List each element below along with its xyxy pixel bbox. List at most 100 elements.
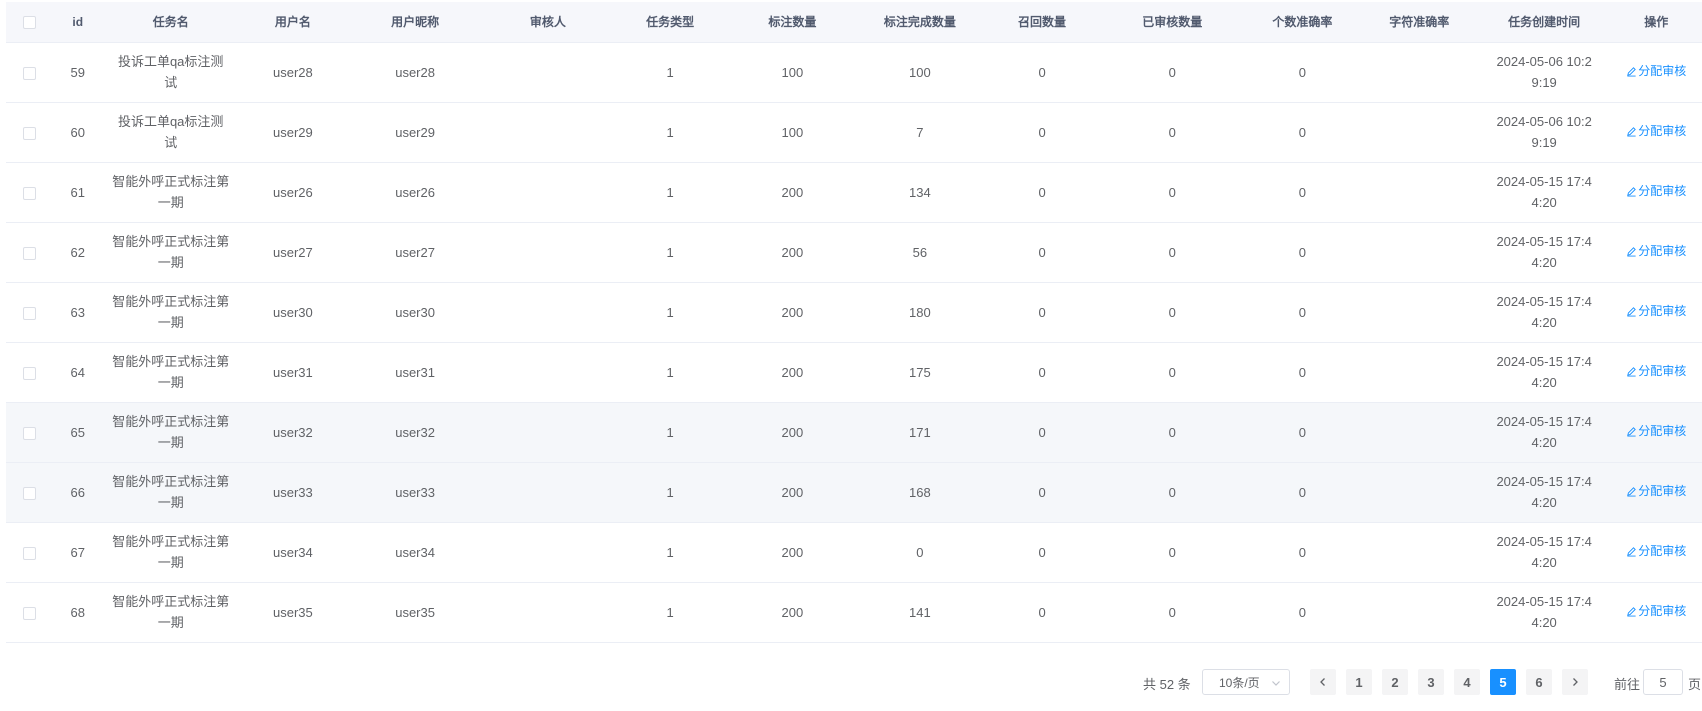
table-row[interactable]: 68 智能外呼正式标注第一期 user35 user35 1 200 141 0 0 0 2024-…: [6, 582, 1702, 643]
page-button-3[interactable]: 3: [1418, 669, 1444, 695]
row-select-cell[interactable]: [6, 582, 54, 643]
assign-review-link[interactable]: 分配审核: [1626, 61, 1686, 82]
row-checkbox[interactable]: [23, 306, 37, 320]
header-recall-count[interactable]: 召回数量: [983, 2, 1101, 43]
cell-nickname: user31: [346, 342, 485, 403]
cell-actions: 分配审核: [1610, 162, 1702, 223]
header-task-type[interactable]: 任务类型: [611, 2, 729, 43]
header-id[interactable]: id: [53, 2, 102, 43]
row-select-cell[interactable]: [6, 402, 54, 463]
row-checkbox[interactable]: [23, 246, 37, 260]
row-checkbox[interactable]: [23, 366, 37, 380]
header-label-done[interactable]: 标注完成数量: [856, 2, 984, 43]
table-row[interactable]: 66 智能外呼正式标注第一期 user33 user33 1 200 168 0 0 0 2024-…: [6, 462, 1702, 523]
header-char-accuracy[interactable]: 字符准确率: [1360, 2, 1478, 43]
row-checkbox[interactable]: [23, 126, 37, 140]
assign-review-link[interactable]: 分配审核: [1626, 481, 1686, 502]
row-checkbox[interactable]: [23, 186, 37, 200]
header-label-count[interactable]: 标注数量: [728, 2, 857, 43]
page-button-6[interactable]: 6: [1526, 669, 1552, 695]
row-checkbox[interactable]: [23, 426, 37, 440]
cell-username: user34: [239, 522, 347, 583]
table-row[interactable]: 65 智能外呼正式标注第一期 user32 user32 1 200 171 0 0 0 2024-…: [6, 402, 1702, 463]
row-checkbox[interactable]: [23, 546, 37, 560]
assign-review-link[interactable]: 分配审核: [1626, 121, 1686, 142]
assign-review-link[interactable]: 分配审核: [1626, 181, 1686, 202]
cell-char-accuracy: [1360, 222, 1478, 283]
header-select-all[interactable]: [6, 2, 54, 43]
table-row[interactable]: 63 智能外呼正式标注第一期 user30 user30 1 200 180 0 0 0 2024-…: [6, 282, 1702, 343]
page-size-select[interactable]: 10条/页: [1202, 669, 1290, 695]
cell-nickname: user27: [346, 222, 485, 283]
cell-username: user31: [239, 342, 347, 403]
cell-created-time: 2024-05-15 17:44:20: [1477, 582, 1611, 643]
task-table: id 任务名 用户名 用户昵称 审核人 任务类型 标注数量 标注完成数量 召回数…: [6, 2, 1702, 643]
table-row[interactable]: 64 智能外呼正式标注第一期 user31 user31 1 200 175 0 0 0 2024-…: [6, 342, 1702, 403]
page-button-4[interactable]: 4: [1454, 669, 1480, 695]
cell-char-accuracy: [1360, 522, 1478, 583]
table-row[interactable]: 62 智能外呼正式标注第一期 user27 user27 1 200 56 0 0 0 2024-0…: [6, 222, 1702, 283]
cell-label-count: 200: [728, 522, 857, 583]
next-page-button[interactable]: [1562, 669, 1588, 695]
header-nickname[interactable]: 用户昵称: [346, 2, 485, 43]
cell-username: user30: [239, 282, 347, 343]
row-select-cell[interactable]: [6, 342, 54, 403]
header-created-time[interactable]: 任务创建时间: [1477, 2, 1611, 43]
assign-review-link[interactable]: 分配审核: [1626, 301, 1686, 322]
cell-created-time: 2024-05-15 17:44:20: [1477, 462, 1611, 523]
cell-nickname: user35: [346, 582, 485, 643]
table-row[interactable]: 59 投诉工单qa标注测试 user28 user28 1 100 100 0 0 0 2024-0…: [6, 42, 1702, 103]
goto-page-input[interactable]: [1643, 669, 1683, 695]
row-select-cell[interactable]: [6, 222, 54, 283]
cell-label-done: 171: [856, 402, 984, 463]
header-reviewed-count[interactable]: 已审核数量: [1100, 2, 1244, 43]
cell-nickname: user33: [346, 462, 485, 523]
row-select-cell[interactable]: [6, 282, 54, 343]
cell-recall-count: 0: [983, 282, 1101, 343]
row-checkbox[interactable]: [23, 486, 37, 500]
header-reviewer[interactable]: 审核人: [484, 2, 612, 43]
cell-username: user33: [239, 462, 347, 523]
table-row[interactable]: 60 投诉工单qa标注测试 user29 user29 1 100 7 0 0 0 2024-05-…: [6, 102, 1702, 163]
cell-id: 68: [53, 582, 102, 643]
assign-review-link[interactable]: 分配审核: [1626, 601, 1686, 622]
row-checkbox[interactable]: [23, 606, 37, 620]
page-button-1[interactable]: 1: [1346, 669, 1372, 695]
header-count-accuracy[interactable]: 个数准确率: [1243, 2, 1361, 43]
cell-nickname: user28: [346, 42, 485, 103]
page-button-2[interactable]: 2: [1382, 669, 1408, 695]
row-select-cell[interactable]: [6, 42, 54, 103]
row-checkbox[interactable]: [23, 66, 37, 80]
page-button-5[interactable]: 5: [1490, 669, 1516, 695]
edit-icon: [1626, 246, 1637, 257]
assign-review-label: 分配审核: [1638, 424, 1687, 438]
edit-icon: [1626, 546, 1637, 557]
cell-actions: 分配审核: [1610, 42, 1702, 103]
row-select-cell[interactable]: [6, 462, 54, 523]
goto-label: 前往: [1614, 677, 1641, 692]
select-all-checkbox[interactable]: [23, 15, 37, 29]
row-select-cell[interactable]: [6, 522, 54, 583]
table-row[interactable]: 61 智能外呼正式标注第一期 user26 user26 1 200 134 0 0 0 2024-…: [6, 162, 1702, 223]
row-select-cell[interactable]: [6, 162, 54, 223]
cell-reviewer: [484, 462, 612, 523]
assign-review-link[interactable]: 分配审核: [1626, 541, 1686, 562]
assign-review-link[interactable]: 分配审核: [1626, 241, 1686, 262]
header-task-name[interactable]: 任务名: [101, 2, 240, 43]
cell-task-name: 投诉工单qa标注测试: [101, 42, 240, 103]
cell-nickname: user29: [346, 102, 485, 163]
table-row[interactable]: 67 智能外呼正式标注第一期 user34 user34 1 200 0 0 0 0 2024-05…: [6, 522, 1702, 583]
chevron-right-icon: [1570, 675, 1580, 690]
pagination: 共 52 条 10条/页 123456 前往 页: [0, 669, 1702, 695]
cell-label-count: 200: [728, 582, 857, 643]
prev-page-button[interactable]: [1310, 669, 1336, 695]
cell-task-name: 投诉工单qa标注测试: [101, 102, 240, 163]
cell-id: 64: [53, 342, 102, 403]
header-username[interactable]: 用户名: [239, 2, 347, 43]
cell-reviewer: [484, 522, 612, 583]
assign-review-link[interactable]: 分配审核: [1626, 361, 1686, 382]
row-select-cell[interactable]: [6, 102, 54, 163]
assign-review-link[interactable]: 分配审核: [1626, 421, 1686, 442]
cell-username: user29: [239, 102, 347, 163]
cell-actions: 分配审核: [1610, 222, 1702, 283]
